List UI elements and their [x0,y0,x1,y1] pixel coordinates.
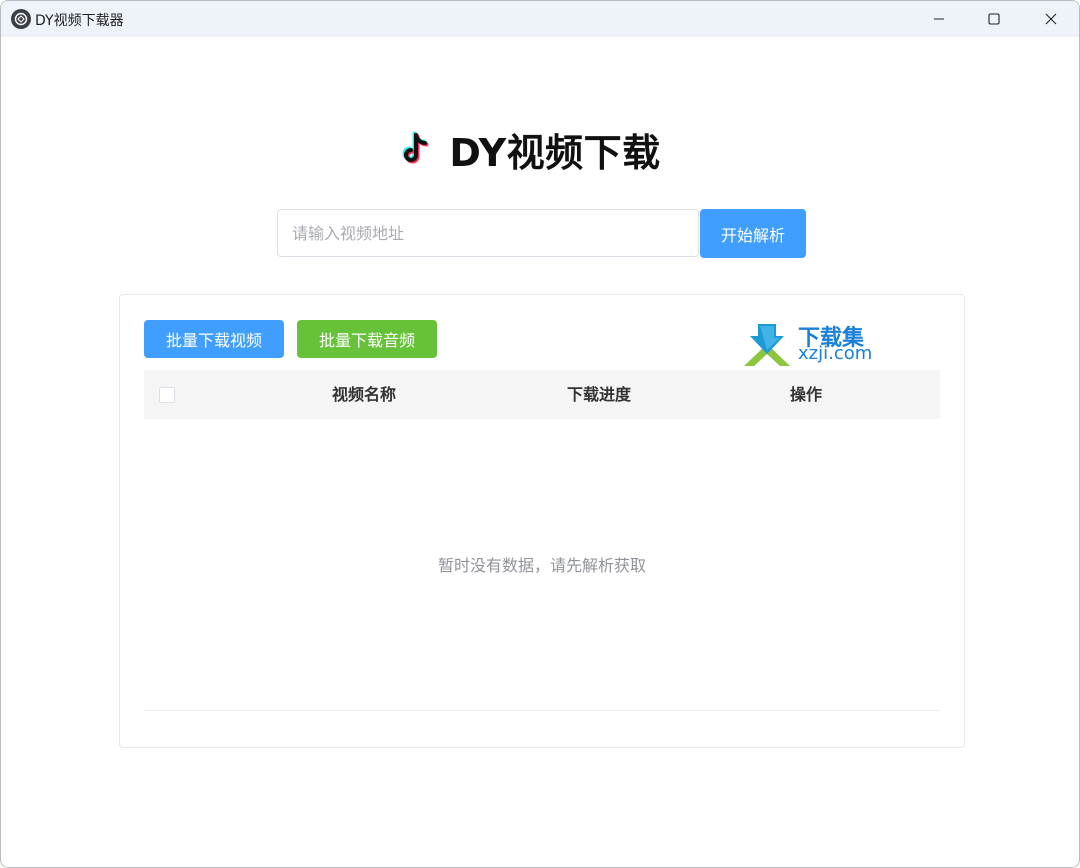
title-bar[interactable]: DY视频下载器 [1,1,1079,37]
tiktok-icon [402,131,429,164]
main-content: DY视频下载 开始解析 批量下载视频 批量下载音频 下载集 xzji.com 视… [1,37,1079,867]
table-divider [144,710,940,711]
close-icon [1045,13,1057,25]
column-header-download-progress: 下载进度 [566,385,631,404]
app-window: DY视频下载器 DY视频下载 请输入视频地址 开始解析 批量下载视频 批量下载音… [0,0,1080,868]
close-button[interactable] [1023,1,1079,37]
video-url-input[interactable] [277,209,699,257]
maximize-button[interactable] [966,1,1022,37]
column-header-actions: 操作 [789,385,822,404]
results-card: 批量下载视频 批量下载音频 下载集 xzji.com 视频名称 下载进度 操作 … [119,294,965,748]
window-title: DY视频下载器 [35,13,124,29]
empty-state-text: 暂时没有数据，请先解析获取 [437,556,646,575]
batch-download-audio-button[interactable]: 批量下载音频 [297,320,437,358]
minimize-icon [934,18,944,20]
page-title: DY视频下载 [449,130,661,175]
select-all-checkbox[interactable] [159,387,175,403]
column-header-video-name: 视频名称 [331,385,396,404]
watermark-url: xzji.com [798,343,873,364]
batch-download-video-button[interactable]: 批量下载视频 [144,320,284,358]
minimize-button[interactable] [911,1,967,37]
download-arrow-icon [744,324,790,366]
start-parse-button[interactable]: 开始解析 [700,209,806,258]
watermark: 下载集 xzji.com [740,320,885,368]
app-icon [11,9,31,29]
page-heading: DY视频下载 [1,123,1079,175]
maximize-icon [988,13,1000,25]
table-header: 视频名称 下载进度 操作 [144,370,940,419]
